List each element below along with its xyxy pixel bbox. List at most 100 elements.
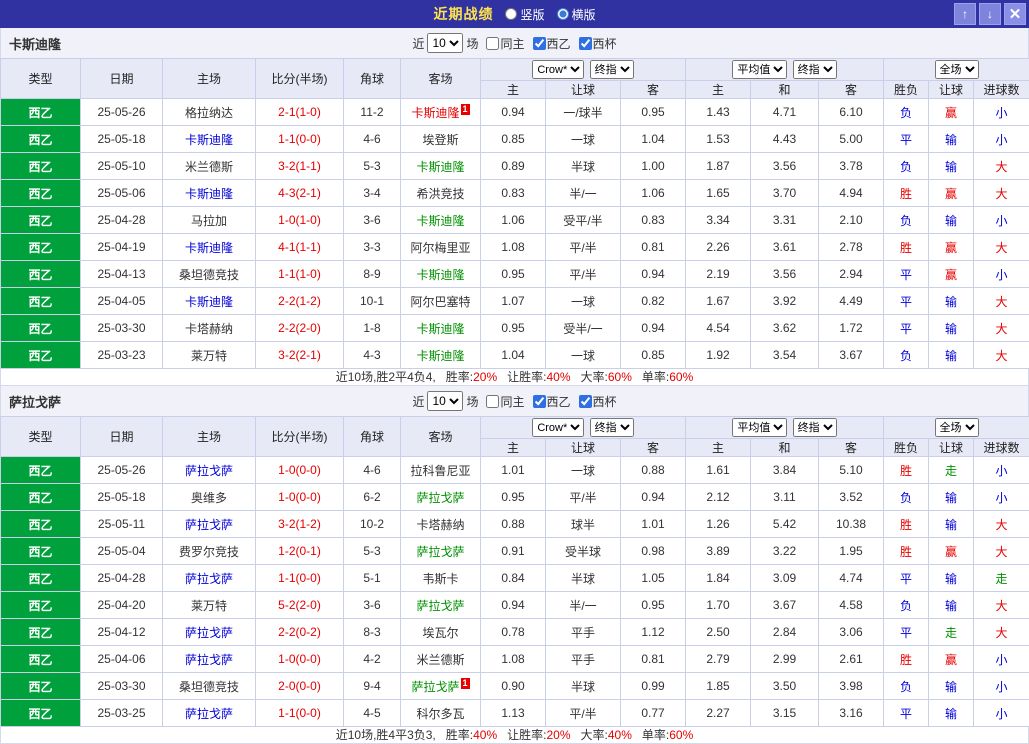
team-link[interactable]: 阿尔巴塞特: [410, 295, 470, 309]
team-link[interactable]: 卡斯迪隆: [416, 214, 464, 228]
team-link[interactable]: 萨拉戈萨: [185, 707, 233, 721]
odds-source-select[interactable]: Crow*: [532, 418, 584, 437]
avg-final-select[interactable]: 终指: [793, 60, 837, 79]
team-link[interactable]: 莱万特: [191, 599, 227, 613]
team-link[interactable]: 卡塔赫纳: [185, 322, 233, 336]
team-link[interactable]: 莱万特: [191, 349, 227, 363]
team-link[interactable]: 卡斯迪隆: [416, 349, 464, 363]
col-header-score: 比分(半场): [256, 417, 344, 457]
avg-source-select[interactable]: 平均值: [732, 418, 787, 437]
score-cell[interactable]: 1-0(0-0): [256, 646, 344, 673]
team-link[interactable]: 奥维多: [191, 491, 227, 505]
team-link[interactable]: 卡斯迪隆: [416, 322, 464, 336]
team-link[interactable]: 米兰德斯: [185, 160, 233, 174]
close-button[interactable]: ✕: [1004, 3, 1026, 25]
score-cell[interactable]: 2-2(0-2): [256, 619, 344, 646]
summary-stat: 单率:60%: [642, 728, 693, 742]
team-link[interactable]: 卡斯迪隆: [416, 160, 464, 174]
vertical-view-radio[interactable]: [505, 8, 517, 20]
scope-select[interactable]: 全场: [935, 60, 979, 79]
avg-home-odds-cell: 1.84: [686, 565, 751, 592]
score-cell[interactable]: 2-2(2-0): [256, 315, 344, 342]
league-checkbox[interactable]: [533, 37, 546, 50]
team-link[interactable]: 希洪竞技: [416, 187, 464, 201]
score-cell[interactable]: 3-2(2-1): [256, 342, 344, 369]
cup-checkbox[interactable]: [579, 395, 592, 408]
team-link[interactable]: 萨拉戈萨: [185, 464, 233, 478]
away-team-cell: 卡斯迪隆1: [401, 99, 481, 126]
score-cell[interactable]: 4-3(2-1): [256, 180, 344, 207]
team-link[interactable]: 萨拉戈萨: [416, 491, 464, 505]
summary-stat-value: 40%: [608, 728, 632, 742]
col-header-odds-handicap: 让球: [546, 439, 621, 457]
team-link[interactable]: 桑坦德竞技: [179, 680, 239, 694]
league-filter[interactable]: 西乙: [533, 393, 571, 410]
move-up-button[interactable]: ↑: [954, 3, 976, 25]
score-cell[interactable]: 1-0(0-0): [256, 484, 344, 511]
score-cell[interactable]: 3-2(1-2): [256, 511, 344, 538]
league-checkbox[interactable]: [533, 395, 546, 408]
score-cell[interactable]: 1-1(0-0): [256, 565, 344, 592]
team-link[interactable]: 卡斯迪隆: [185, 295, 233, 309]
score-cell[interactable]: 1-0(0-0): [256, 457, 344, 484]
cup-filter[interactable]: 西杯: [579, 35, 617, 52]
score-cell[interactable]: 1-1(1-0): [256, 261, 344, 288]
same-home-filter[interactable]: 同主: [486, 393, 524, 410]
team-link[interactable]: 萨拉戈萨: [416, 545, 464, 559]
team-link[interactable]: 格拉纳达: [185, 106, 233, 120]
same-home-filter[interactable]: 同主: [486, 35, 524, 52]
team-link[interactable]: 萨拉戈萨: [185, 518, 233, 532]
league-filter[interactable]: 西乙: [533, 35, 571, 52]
handicap-away-odds-cell: 0.95: [621, 99, 686, 126]
team-link[interactable]: 卡斯迪隆: [185, 133, 233, 147]
team-link[interactable]: 韦斯卡: [422, 572, 458, 586]
team-link[interactable]: 萨拉戈萨: [185, 626, 233, 640]
avg-draw-odds-cell: 3.56: [751, 153, 819, 180]
team-link[interactable]: 卡塔赫纳: [416, 518, 464, 532]
team-link[interactable]: 费罗尔竞技: [179, 545, 239, 559]
scope-select[interactable]: 全场: [935, 418, 979, 437]
score-cell[interactable]: 3-2(1-1): [256, 153, 344, 180]
match-count-select[interactable]: 10: [427, 33, 463, 53]
team-link[interactable]: 萨拉戈萨: [185, 653, 233, 667]
cup-checkbox[interactable]: [579, 37, 592, 50]
team-link[interactable]: 桑坦德竞技: [179, 268, 239, 282]
score-cell[interactable]: 2-1(1-0): [256, 99, 344, 126]
odds-final-select[interactable]: 终指: [590, 60, 634, 79]
cup-filter[interactable]: 西杯: [579, 393, 617, 410]
score-cell[interactable]: 4-1(1-1): [256, 234, 344, 261]
avg-source-select[interactable]: 平均值: [732, 60, 787, 79]
score-cell[interactable]: 1-1(0-0): [256, 700, 344, 727]
team-link[interactable]: 阿尔梅里亚: [410, 241, 470, 255]
team-link[interactable]: 卡斯迪隆: [411, 106, 459, 120]
score-cell[interactable]: 5-2(2-0): [256, 592, 344, 619]
view-option-vertical[interactable]: 竖版: [505, 6, 544, 23]
team-link[interactable]: 卡斯迪隆: [416, 268, 464, 282]
view-option-horizontal[interactable]: 横版: [557, 6, 596, 23]
match-count-select[interactable]: 10: [427, 391, 463, 411]
move-down-button[interactable]: ↓: [979, 3, 1001, 25]
odds-source-select[interactable]: Crow*: [532, 60, 584, 79]
score-cell[interactable]: 1-1(0-0): [256, 126, 344, 153]
odds-final-select[interactable]: 终指: [590, 418, 634, 437]
corner-cell: 11-2: [344, 99, 401, 126]
score-cell[interactable]: 1-0(1-0): [256, 207, 344, 234]
team-link[interactable]: 萨拉戈萨: [416, 599, 464, 613]
team-link[interactable]: 科尔多瓦: [416, 707, 464, 721]
team-link[interactable]: 卡斯迪隆: [185, 187, 233, 201]
same-home-checkbox[interactable]: [486, 37, 499, 50]
team-link[interactable]: 马拉加: [191, 214, 227, 228]
team-link[interactable]: 埃瓦尔: [422, 626, 458, 640]
same-home-checkbox[interactable]: [486, 395, 499, 408]
team-link[interactable]: 卡斯迪隆: [185, 241, 233, 255]
score-cell[interactable]: 2-2(1-2): [256, 288, 344, 315]
team-link[interactable]: 萨拉戈萨: [411, 680, 459, 694]
horizontal-view-radio[interactable]: [557, 8, 569, 20]
team-link[interactable]: 萨拉戈萨: [185, 572, 233, 586]
team-link[interactable]: 米兰德斯: [416, 653, 464, 667]
score-cell[interactable]: 2-0(0-0): [256, 673, 344, 700]
team-link[interactable]: 埃登斯: [422, 133, 458, 147]
score-cell[interactable]: 1-2(0-1): [256, 538, 344, 565]
team-link[interactable]: 拉科鲁尼亚: [410, 464, 470, 478]
avg-final-select[interactable]: 终指: [793, 418, 837, 437]
